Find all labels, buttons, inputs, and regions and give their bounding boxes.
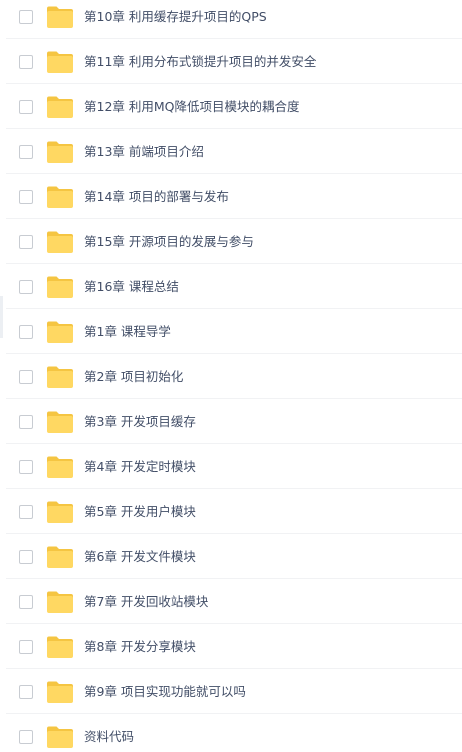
row-checkbox[interactable]	[19, 549, 33, 564]
folder-name[interactable]: 第16章 课程总结	[84, 279, 179, 295]
folder-icon	[46, 545, 74, 569]
row-checkbox[interactable]	[19, 684, 33, 699]
folder-name[interactable]: 第14章 项目的部署与发布	[84, 189, 229, 205]
list-item[interactable]: 第9章 项目实现功能就可以吗	[0, 669, 462, 714]
folder-name[interactable]: 第7章 开发回收站模块	[84, 594, 208, 610]
list-item[interactable]: 第2章 项目初始化	[0, 354, 462, 399]
folder-icon	[46, 230, 74, 254]
folder-icon	[46, 365, 74, 389]
list-item[interactable]: 第14章 项目的部署与发布	[0, 174, 462, 219]
folder-name[interactable]: 第13章 前端项目介绍	[84, 144, 204, 160]
list-item[interactable]: 第11章 利用分布式锁提升项目的并发安全	[0, 39, 462, 84]
folder-name[interactable]: 第2章 项目初始化	[84, 369, 183, 385]
folder-icon	[46, 410, 74, 434]
list-item[interactable]: 第7章 开发回收站模块	[0, 579, 462, 624]
folder-name[interactable]: 第15章 开源项目的发展与参与	[84, 234, 254, 250]
folder-icon	[46, 455, 74, 479]
list-item[interactable]: 第8章 开发分享模块	[0, 624, 462, 669]
folder-name[interactable]: 第11章 利用分布式锁提升项目的并发安全	[84, 54, 316, 70]
folder-name[interactable]: 第3章 开发项目缓存	[84, 414, 196, 430]
folder-name[interactable]: 第9章 项目实现功能就可以吗	[84, 684, 246, 700]
folder-icon	[46, 95, 74, 119]
list-item[interactable]: 第10章 利用缓存提升项目的QPS	[0, 0, 462, 39]
list-item[interactable]: 第6章 开发文件模块	[0, 534, 462, 579]
row-checkbox[interactable]	[19, 639, 33, 654]
row-checkbox[interactable]	[19, 414, 33, 429]
row-checkbox[interactable]	[19, 54, 33, 69]
list-item[interactable]: 第5章 开发用户模块	[0, 489, 462, 534]
folder-name[interactable]: 第8章 开发分享模块	[84, 639, 196, 655]
folder-icon	[46, 275, 74, 299]
folder-name[interactable]: 第5章 开发用户模块	[84, 504, 196, 520]
list-item[interactable]: 第3章 开发项目缓存	[0, 399, 462, 444]
list-item[interactable]: 第13章 前端项目介绍	[0, 129, 462, 174]
folder-icon	[46, 5, 74, 29]
row-checkbox[interactable]	[19, 369, 33, 384]
folder-icon	[46, 320, 74, 344]
folder-name[interactable]: 第10章 利用缓存提升项目的QPS	[84, 9, 267, 25]
folder-name[interactable]: 资料代码	[84, 729, 134, 745]
list-item[interactable]: 第16章 课程总结	[0, 264, 462, 309]
folder-icon	[46, 140, 74, 164]
folder-icon	[46, 500, 74, 524]
list-item[interactable]: 第4章 开发定时模块	[0, 444, 462, 489]
row-checkbox[interactable]	[19, 594, 33, 609]
row-checkbox[interactable]	[19, 729, 33, 744]
list-item[interactable]: 第1章 课程导学	[0, 309, 462, 354]
row-checkbox[interactable]	[19, 9, 33, 24]
folder-name[interactable]: 第12章 利用MQ降低项目模块的耦合度	[84, 99, 300, 115]
row-checkbox[interactable]	[19, 324, 33, 339]
folder-name[interactable]: 第6章 开发文件模块	[84, 549, 196, 565]
list-item[interactable]: 资料代码	[0, 714, 462, 752]
row-checkbox[interactable]	[19, 279, 33, 294]
folder-icon	[46, 185, 74, 209]
row-checkbox[interactable]	[19, 99, 33, 114]
folder-icon	[46, 635, 74, 659]
row-checkbox[interactable]	[19, 189, 33, 204]
file-list: 第10章 利用缓存提升项目的QPS 第11章 利用分布式锁提升项目的并发安全 第12…	[0, 0, 462, 752]
row-checkbox[interactable]	[19, 234, 33, 249]
folder-name[interactable]: 第1章 课程导学	[84, 324, 171, 340]
list-item[interactable]: 第12章 利用MQ降低项目模块的耦合度	[0, 84, 462, 129]
folder-icon	[46, 680, 74, 704]
folder-name[interactable]: 第4章 开发定时模块	[84, 459, 196, 475]
folder-icon	[46, 590, 74, 614]
list-item[interactable]: 第15章 开源项目的发展与参与	[0, 219, 462, 264]
row-checkbox[interactable]	[19, 144, 33, 159]
row-checkbox[interactable]	[19, 459, 33, 474]
folder-icon	[46, 725, 74, 749]
row-checkbox[interactable]	[19, 504, 33, 519]
folder-icon	[46, 50, 74, 74]
